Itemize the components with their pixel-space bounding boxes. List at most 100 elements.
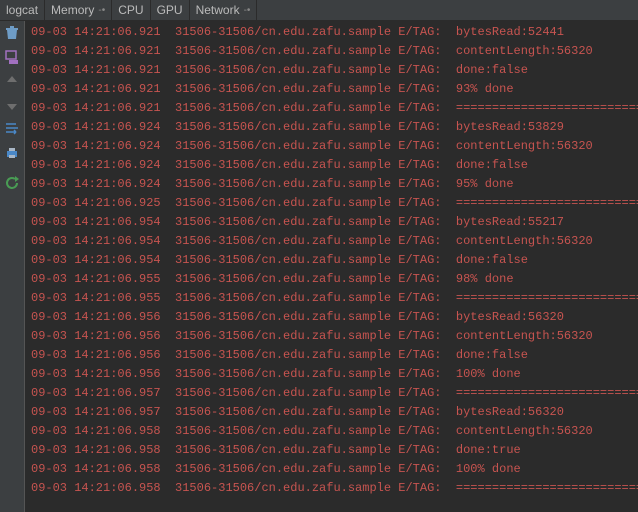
log-pid: 31506-31506/cn.edu.zafu.sample	[175, 291, 391, 305]
log-tag: E/TAG:	[398, 25, 441, 39]
log-pid: 31506-31506/cn.edu.zafu.sample	[175, 443, 391, 457]
log-ts: 09-03 14:21:06.921	[31, 101, 161, 115]
log-msg: contentLength:56320	[456, 139, 593, 153]
tab-gpu[interactable]: GPU	[151, 0, 190, 20]
log-msg: 95% done	[456, 177, 514, 191]
log-msg: ===================================	[456, 481, 638, 495]
log-tag: E/TAG:	[398, 386, 441, 400]
log-tag: E/TAG:	[398, 215, 441, 229]
log-tag: E/TAG:	[398, 196, 441, 210]
log-pid: 31506-31506/cn.edu.zafu.sample	[175, 44, 391, 58]
log-msg: 100% done	[456, 367, 521, 381]
log-ts: 09-03 14:21:06.957	[31, 386, 161, 400]
log-msg: contentLength:56320	[456, 329, 593, 343]
log-line: 09-03 14:21:06.924 31506-31506/cn.edu.za…	[31, 175, 632, 194]
log-ts: 09-03 14:21:06.921	[31, 25, 161, 39]
log-tag: E/TAG:	[398, 424, 441, 438]
print-icon[interactable]	[4, 145, 20, 161]
tab-logcat[interactable]: logcat	[0, 0, 45, 20]
log-tag: E/TAG:	[398, 462, 441, 476]
log-output[interactable]: 09-03 14:21:06.921 31506-31506/cn.edu.za…	[24, 21, 638, 512]
log-pid: 31506-31506/cn.edu.zafu.sample	[175, 253, 391, 267]
log-line: 09-03 14:21:06.954 31506-31506/cn.edu.za…	[31, 213, 632, 232]
tab-label: Network	[196, 3, 240, 17]
log-line: 09-03 14:21:06.956 31506-31506/cn.edu.za…	[31, 365, 632, 384]
log-msg: done:false	[456, 253, 528, 267]
tab-memory[interactable]: Memory -•	[45, 0, 112, 20]
log-tag: E/TAG:	[398, 82, 441, 96]
log-line: 09-03 14:21:06.925 31506-31506/cn.edu.za…	[31, 194, 632, 213]
tab-network[interactable]: Network -•	[190, 0, 258, 20]
tab-cpu[interactable]: CPU	[112, 0, 150, 20]
log-msg: done:false	[456, 63, 528, 77]
log-line: 09-03 14:21:06.954 31506-31506/cn.edu.za…	[31, 251, 632, 270]
log-pid: 31506-31506/cn.edu.zafu.sample	[175, 139, 391, 153]
log-ts: 09-03 14:21:06.956	[31, 367, 161, 381]
tab-bar: logcat Memory -• CPU GPU Network -•	[0, 0, 638, 21]
down-arrow-icon[interactable]	[4, 97, 20, 113]
log-line: 09-03 14:21:06.924 31506-31506/cn.edu.za…	[31, 137, 632, 156]
up-arrow-icon[interactable]	[4, 73, 20, 89]
log-ts: 09-03 14:21:06.956	[31, 329, 161, 343]
log-pid: 31506-31506/cn.edu.zafu.sample	[175, 101, 391, 115]
log-ts: 09-03 14:21:06.921	[31, 63, 161, 77]
log-msg: bytesRead:56320	[456, 405, 564, 419]
log-ts: 09-03 14:21:06.954	[31, 253, 161, 267]
log-msg: done:false	[456, 158, 528, 172]
log-tag: E/TAG:	[398, 44, 441, 58]
log-tag: E/TAG:	[398, 63, 441, 77]
log-msg: bytesRead:53829	[456, 120, 564, 134]
log-tag: E/TAG:	[398, 272, 441, 286]
log-tag: E/TAG:	[398, 177, 441, 191]
log-line: 09-03 14:21:06.954 31506-31506/cn.edu.za…	[31, 232, 632, 251]
log-line: 09-03 14:21:06.924 31506-31506/cn.edu.za…	[31, 156, 632, 175]
log-ts: 09-03 14:21:06.956	[31, 310, 161, 324]
log-tag: E/TAG:	[398, 329, 441, 343]
log-msg: ===================================	[456, 386, 638, 400]
log-pid: 31506-31506/cn.edu.zafu.sample	[175, 481, 391, 495]
log-msg: done:false	[456, 348, 528, 362]
pin-icon: -•	[244, 5, 251, 16]
log-ts: 09-03 14:21:06.954	[31, 234, 161, 248]
log-pid: 31506-31506/cn.edu.zafu.sample	[175, 367, 391, 381]
log-pid: 31506-31506/cn.edu.zafu.sample	[175, 329, 391, 343]
log-line: 09-03 14:21:06.921 31506-31506/cn.edu.za…	[31, 61, 632, 80]
log-ts: 09-03 14:21:06.954	[31, 215, 161, 229]
log-line: 09-03 14:21:06.921 31506-31506/cn.edu.za…	[31, 42, 632, 61]
log-line: 09-03 14:21:06.957 31506-31506/cn.edu.za…	[31, 384, 632, 403]
wrap-icon[interactable]	[4, 121, 20, 137]
log-pid: 31506-31506/cn.edu.zafu.sample	[175, 272, 391, 286]
log-ts: 09-03 14:21:06.924	[31, 177, 161, 191]
log-line: 09-03 14:21:06.958 31506-31506/cn.edu.za…	[31, 422, 632, 441]
log-line: 09-03 14:21:06.956 31506-31506/cn.edu.za…	[31, 327, 632, 346]
log-msg: ===================================	[456, 101, 638, 115]
restart-icon[interactable]	[4, 175, 20, 191]
log-ts: 09-03 14:21:06.957	[31, 405, 161, 419]
log-line: 09-03 14:21:06.957 31506-31506/cn.edu.za…	[31, 403, 632, 422]
tab-label: logcat	[6, 3, 38, 17]
trash-icon[interactable]	[4, 25, 20, 41]
log-ts: 09-03 14:21:06.924	[31, 139, 161, 153]
log-msg: bytesRead:52441	[456, 25, 564, 39]
log-line: 09-03 14:21:06.958 31506-31506/cn.edu.za…	[31, 479, 632, 498]
log-ts: 09-03 14:21:06.956	[31, 348, 161, 362]
log-line: 09-03 14:21:06.924 31506-31506/cn.edu.za…	[31, 118, 632, 137]
log-tag: E/TAG:	[398, 291, 441, 305]
log-line: 09-03 14:21:06.955 31506-31506/cn.edu.za…	[31, 270, 632, 289]
log-msg: 98% done	[456, 272, 514, 286]
log-ts: 09-03 14:21:06.955	[31, 272, 161, 286]
log-pid: 31506-31506/cn.edu.zafu.sample	[175, 405, 391, 419]
log-msg: contentLength:56320	[456, 44, 593, 58]
log-msg: 93% done	[456, 82, 514, 96]
log-pid: 31506-31506/cn.edu.zafu.sample	[175, 348, 391, 362]
log-ts: 09-03 14:21:06.921	[31, 44, 161, 58]
log-line: 09-03 14:21:06.955 31506-31506/cn.edu.za…	[31, 289, 632, 308]
log-tag: E/TAG:	[398, 405, 441, 419]
log-tag: E/TAG:	[398, 253, 441, 267]
log-pid: 31506-31506/cn.edu.zafu.sample	[175, 234, 391, 248]
log-pid: 31506-31506/cn.edu.zafu.sample	[175, 177, 391, 191]
scroll-end-icon[interactable]	[4, 49, 20, 65]
log-ts: 09-03 14:21:06.924	[31, 158, 161, 172]
log-tag: E/TAG:	[398, 120, 441, 134]
log-msg: contentLength:56320	[456, 424, 593, 438]
